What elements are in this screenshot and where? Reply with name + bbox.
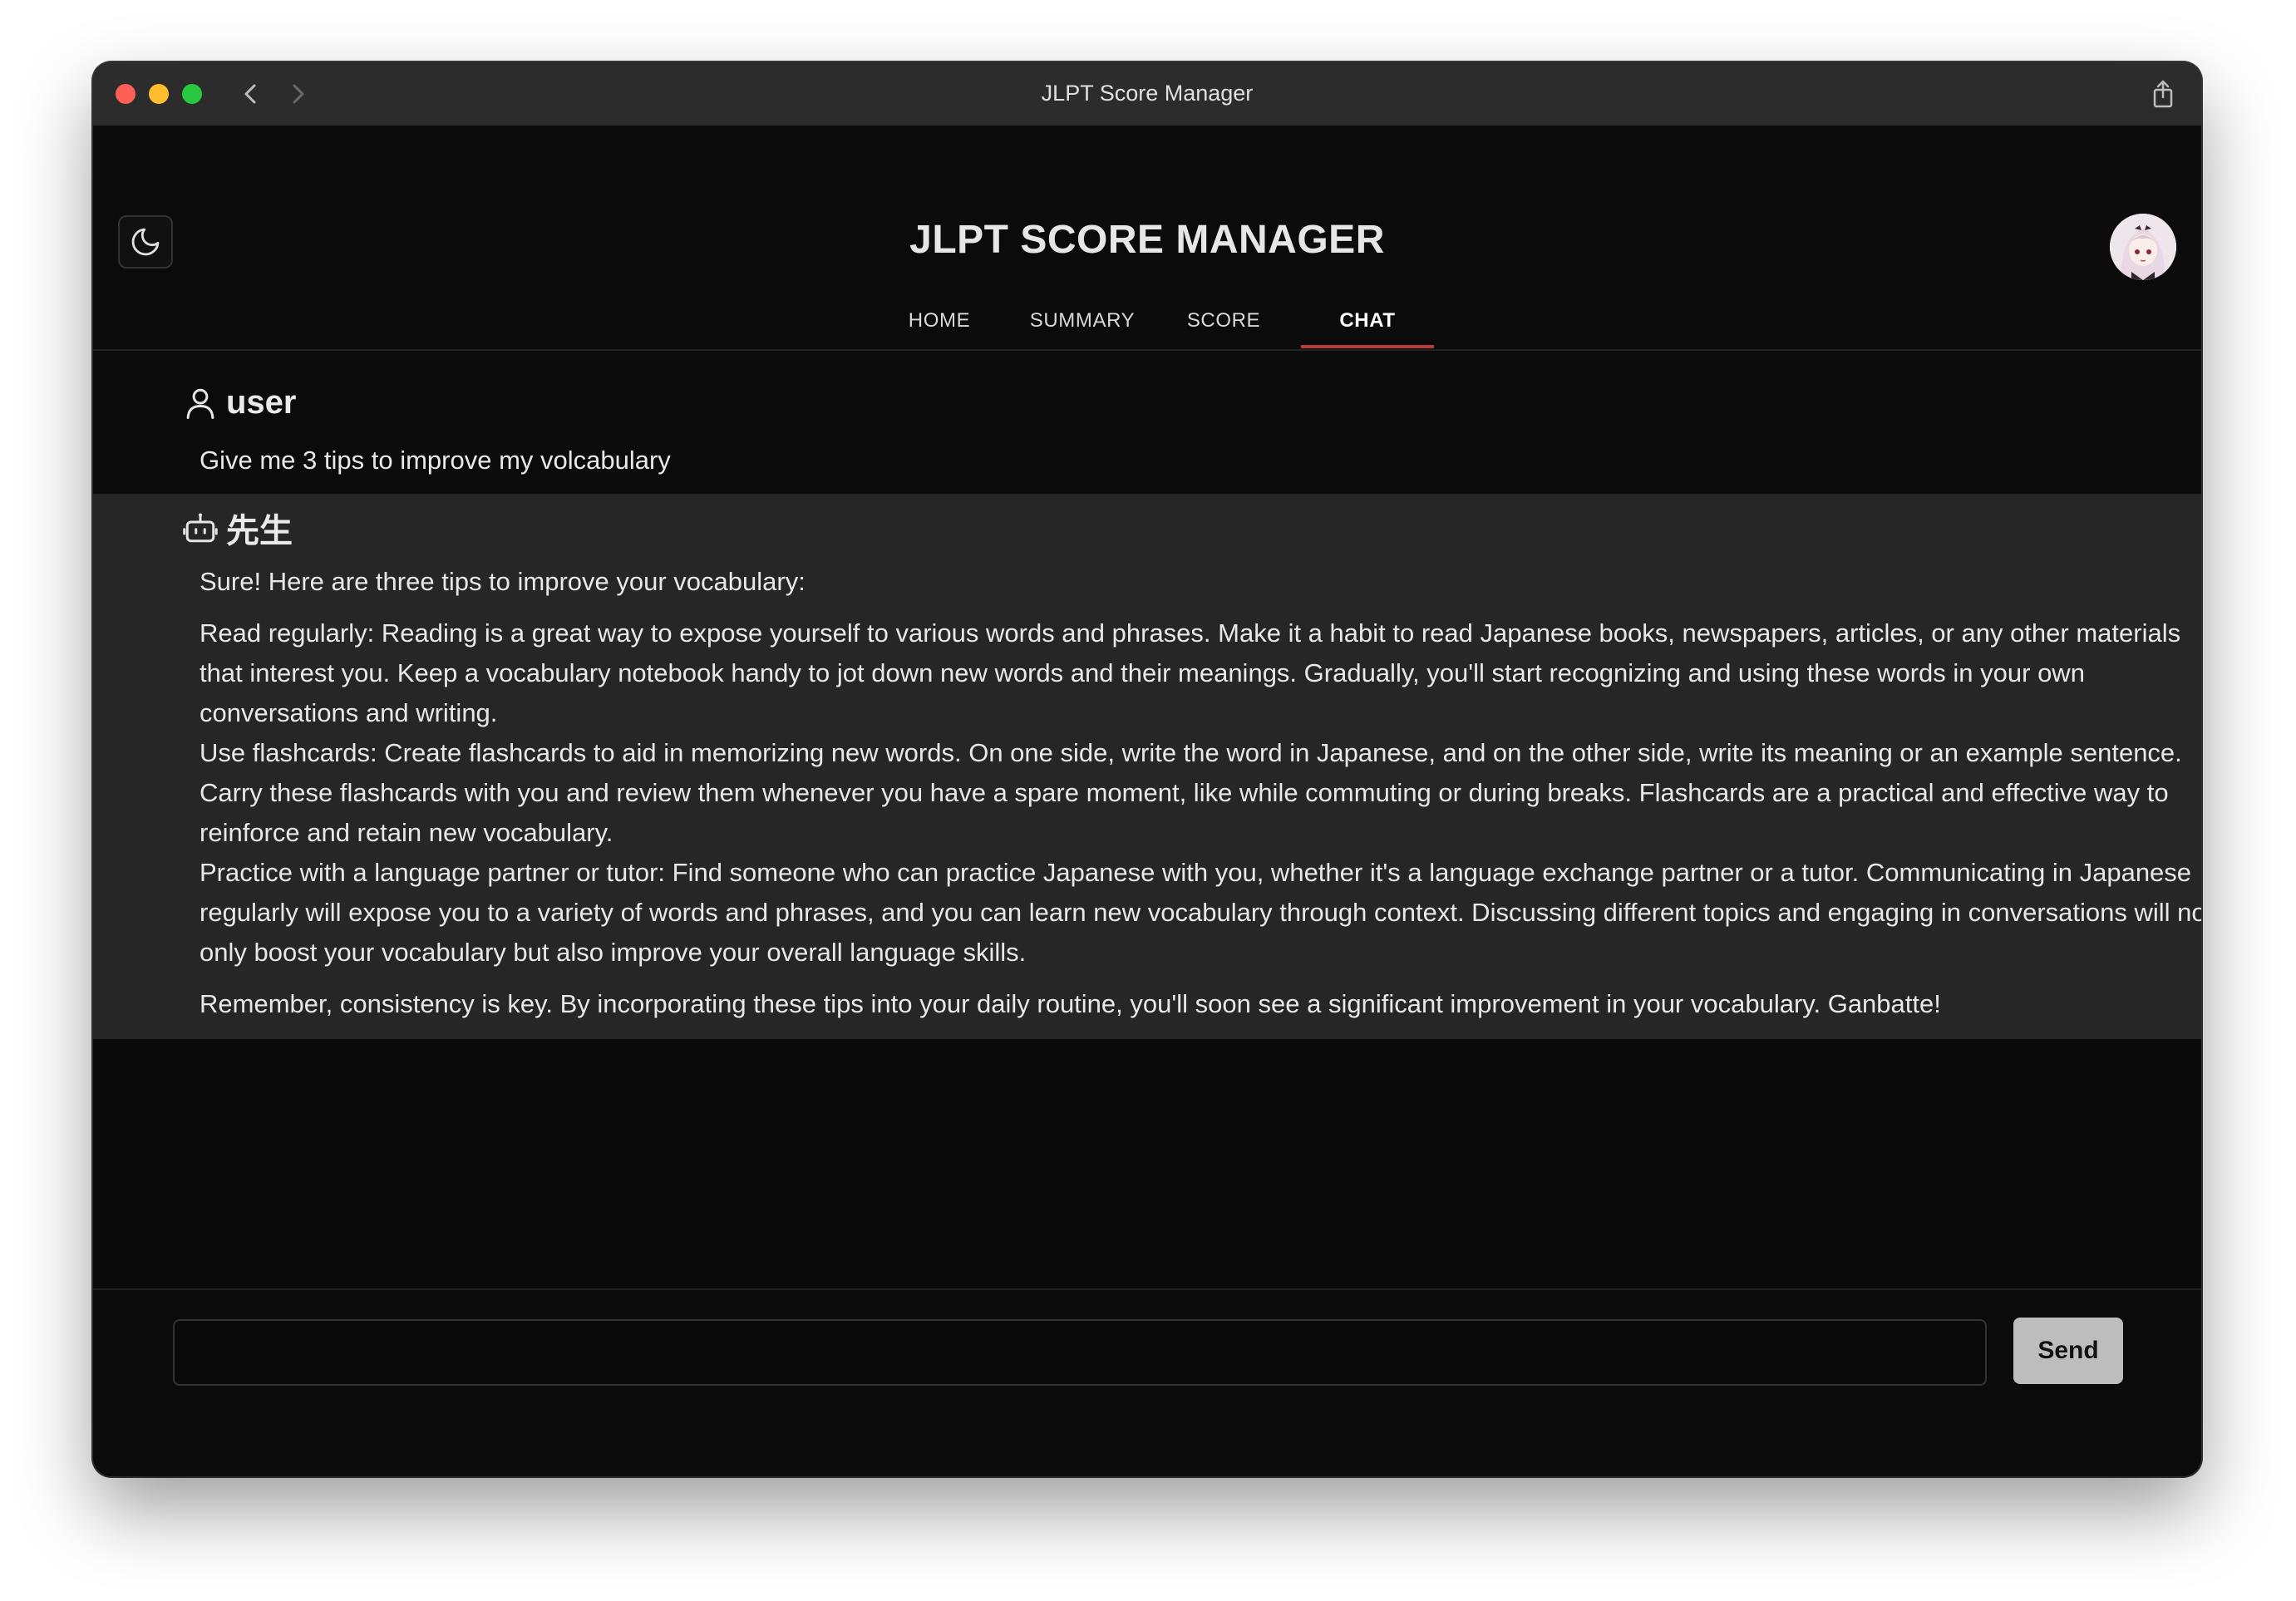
- bot-message: 先生 Sure! Here are three tips to improve …: [93, 494, 2201, 1039]
- chat-input-bar: Send: [93, 1288, 2201, 1476]
- robot-icon: [183, 513, 218, 543]
- tab-home[interactable]: HOME: [889, 297, 989, 348]
- bot-tip: Read regularly: Reading is a great way t…: [200, 618, 2181, 727]
- title-bar: JLPT Score Manager: [93, 62, 2201, 127]
- person-icon: [186, 388, 214, 419]
- user-message-text: Give me 3 tips to improve my volcabulary: [200, 446, 671, 475]
- user-sender: user: [183, 384, 297, 421]
- app-header: JLPT SCORE MANAGER HOME SUMMARY SCORE CH…: [93, 126, 2201, 351]
- main-tabs: HOME SUMMARY SCORE CHAT: [93, 297, 2201, 348]
- window-title: JLPT Score Manager: [1041, 81, 1254, 106]
- app-window: JLPT Score Manager JLPT SCORE MANAGER HO…: [93, 62, 2201, 1476]
- bot-outro-text: Remember, consistency is key. By incorpo…: [200, 989, 1941, 1018]
- app-title: JLPT SCORE MANAGER: [909, 218, 1385, 262]
- chat-input[interactable]: [173, 1319, 1987, 1386]
- send-button[interactable]: Send: [2013, 1318, 2123, 1384]
- bot-tips-list: Read regularly: Reading is a great way t…: [200, 613, 2201, 973]
- tab-chat[interactable]: CHAT: [1301, 297, 1434, 348]
- bot-intro-text: Sure! Here are three tips to improve you…: [200, 567, 806, 596]
- user-sender-name: user: [226, 384, 297, 421]
- tab-summary[interactable]: SUMMARY: [1012, 297, 1153, 348]
- user-avatar[interactable]: [2110, 214, 2176, 280]
- bot-tip: Use flashcards: Create flashcards to aid…: [200, 738, 2182, 847]
- user-message: user Give me 3 tips to improve my volcab…: [93, 351, 2201, 494]
- tab-score[interactable]: SCORE: [1165, 297, 1282, 348]
- bot-tip: Practice with a language partner or tuto…: [200, 858, 2201, 967]
- bot-sender: 先生: [183, 504, 293, 552]
- bot-sender-name: 先生: [226, 513, 293, 549]
- share-icon[interactable]: [2146, 77, 2180, 111]
- avatar-image: [2110, 214, 2176, 280]
